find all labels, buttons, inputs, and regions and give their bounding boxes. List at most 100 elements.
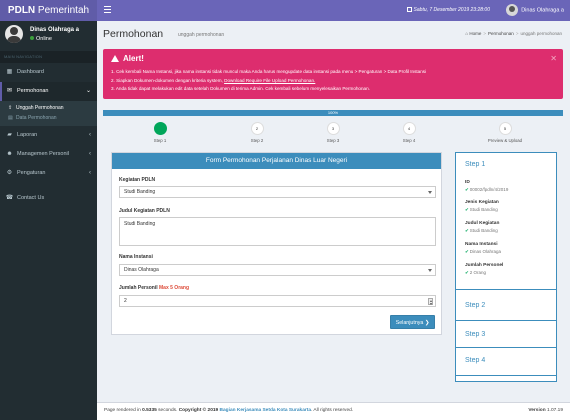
kegiatan-label: Kegiatan PDLN [119, 177, 156, 183]
summary-step-title[interactable]: Step 2 [465, 302, 485, 309]
summary-value: ✔Studi Banding [465, 207, 498, 212]
instansi-label: Nama Instansi [119, 254, 153, 260]
sidebar-item-permohonan[interactable]: ✉ Permohonan ⌄ [0, 82, 97, 101]
status-text: Online [36, 36, 52, 42]
chevron-down-icon: ⌄ [85, 88, 91, 94]
breadcrumb-home[interactable]: Home [469, 31, 481, 36]
summary-value: ✔2 Orang [465, 270, 487, 275]
chevron-left-icon: ‹ [89, 132, 91, 138]
sidebar-item-laporan[interactable]: ▰ Laporan ‹ [0, 126, 97, 145]
alert-line-1: 1. Cek kembali Nama Instansi, jika nama … [111, 69, 427, 74]
step-label: Step 2 [250, 138, 264, 143]
alert-box: Alert! ✕ 1. Cek kembali Nama Instansi, j… [103, 49, 563, 99]
sidebar-item-contact-us[interactable]: ☎ Contact Us [0, 189, 97, 208]
summary-step-4: Step 4 [456, 348, 556, 376]
summary-step-3: Step 3 [456, 321, 556, 348]
spinner-icon[interactable] [428, 298, 433, 305]
breadcrumb: ⌂ Home > Permohonan > unggah permohonan [465, 31, 562, 36]
submenu-item-data[interactable]: ▤ Data Permohonan [0, 113, 97, 123]
summary-step-title[interactable]: Step 4 [465, 357, 485, 364]
render-seconds: 0.5335 [142, 408, 157, 413]
sidebar-item-managemen-personil[interactable]: ☻ Managemen Personil ‹ [0, 145, 97, 164]
summary-key: Jenis Kegiatan [465, 200, 499, 205]
next-button[interactable]: Selanjutnya ❯ [390, 315, 435, 329]
jumlah-label: Jumlah Personil Max 5 Orang [119, 285, 189, 291]
download-requirements-link[interactable]: Download Require File Upload Permohonan. [224, 78, 315, 83]
judul-textarea[interactable]: Studi Banding [119, 217, 436, 246]
phone-icon: ☎ [5, 195, 14, 201]
online-status: Online [30, 36, 52, 42]
check-icon: ✔ [465, 207, 469, 212]
breadcrumb-permohonan[interactable]: Permohonan [488, 31, 514, 36]
breadcrumb-current: unggah permohonan [520, 31, 562, 36]
summary-value: ✔00002/fpdln/4/2019 [465, 187, 509, 192]
form-title: Form Permohonan Perjalanan Dinas Luar Ne… [112, 153, 441, 169]
gear-icon: ⚙ [6, 170, 13, 176]
alert-line-3: 3. Anda tidak dapat melakukan edit data … [111, 86, 370, 91]
check-icon: ✔ [465, 187, 469, 192]
user-menu[interactable]: Dinas Olahraga a [506, 4, 564, 17]
avatar [506, 4, 519, 16]
close-icon[interactable]: ✕ [550, 54, 557, 63]
sidebar-toggle-icon[interactable] [104, 6, 111, 13]
copyright-text: Copyright © 2019 [178, 408, 220, 413]
user-menu-name: Dinas Olahraga a [521, 7, 564, 14]
calendar-icon [406, 7, 412, 12]
organization-link[interactable]: Bagian Kerjasama Setda Kota Surakarta [220, 408, 311, 413]
alert-line-2: 2. Siapkan Dokumen-dokumen dengan kriter… [111, 77, 426, 86]
header-datetime: Sabtu, 7 Desember 2019 23:28:00 [406, 7, 490, 13]
sidebar-item-label: Managemen Personil [17, 151, 69, 157]
dashboard-icon: ▦ [6, 69, 13, 75]
version-info: Version 1.07.19 [528, 403, 563, 419]
sidebar-item-pengaturan[interactable]: ⚙ Pengaturan ‹ [0, 164, 97, 183]
avatar [5, 25, 23, 43]
wizard-step-4[interactable]: 4 Step 4 [379, 122, 439, 143]
sidebar-item-label: Pengaturan [17, 170, 46, 176]
sidebar-item-dashboard[interactable]: ▦ Dashboard [0, 63, 97, 82]
version-label: Version [528, 408, 546, 413]
top-navbar: Sabtu, 7 Desember 2019 23:28:00 Dinas Ol… [97, 0, 570, 21]
summary-key: Nama Instansi [465, 242, 498, 247]
datetime-text: Sabtu, 7 Desember 2019 23:28:00 [413, 7, 490, 13]
permohonan-form: Form Permohonan Perjalanan Dinas Luar Ne… [111, 152, 442, 335]
footer: Page rendered in 0.5335 seconds. Copyrig… [97, 402, 570, 420]
wizard-step-1[interactable]: Step 1 [130, 122, 190, 143]
step-circle: 5 [498, 122, 512, 135]
submenu-item-label: Data Permohonan [16, 115, 57, 121]
folder-icon: ▰ [7, 132, 12, 138]
wizard-step-3[interactable]: 3 Step 3 [303, 122, 363, 143]
wizard-step-5[interactable]: 5 Preview & Upload [475, 122, 535, 143]
sidebar: Dinas Olahraga a Online MAIN NAVIGATION … [0, 21, 97, 420]
check-icon: ✔ [465, 249, 469, 254]
step-label: Step 1 [153, 138, 167, 143]
wizard-step-2[interactable]: 2 Step 2 [227, 122, 287, 143]
app-logo[interactable]: PDLN Pemerintah [0, 0, 97, 21]
sidebar-item-label: Contact Us [17, 195, 45, 201]
kegiatan-select[interactable]: Studi Banding [119, 186, 436, 198]
caret-down-icon [428, 269, 432, 272]
logo-bold: PDLN [7, 5, 36, 16]
check-icon: ✔ [465, 270, 469, 275]
summary-step-title[interactable]: Step 1 [465, 161, 485, 168]
list-icon: ▤ [8, 115, 13, 121]
summary-step-2: Step 2 [456, 290, 556, 321]
jumlah-personil-stepper[interactable]: 2 [119, 295, 436, 307]
submenu-item-unggah[interactable]: ⇪ Unggah Permohonan [0, 103, 97, 113]
chevron-left-icon: ‹ [89, 151, 91, 157]
summary-value: ✔Dinas Olahraga [465, 249, 502, 254]
summary-step-title[interactable]: Step 3 [465, 331, 485, 338]
instansi-select[interactable]: Dinas Olahraga [119, 264, 436, 276]
step-label: Step 3 [326, 138, 340, 143]
page-title: Permohonan [103, 28, 164, 40]
jumlah-value: 2 [124, 298, 127, 304]
sidebar-item-label: Permohonan [17, 88, 49, 94]
user-panel: Dinas Olahraga a Online [0, 21, 97, 51]
instansi-select-value: Dinas Olahraga [124, 267, 159, 273]
nav-header: MAIN NAVIGATION [0, 51, 97, 63]
page-subtitle: unggah permohonan [178, 32, 225, 38]
summary-value: ✔Studi Banding [465, 228, 498, 233]
check-icon: ✔ [465, 228, 469, 233]
summary-step-1: Step 1 ID ✔00002/fpdln/4/2019 Jenis Kegi… [456, 153, 556, 290]
logo-text: Pemerintah [35, 5, 90, 16]
chevron-left-icon: ‹ [89, 170, 91, 176]
